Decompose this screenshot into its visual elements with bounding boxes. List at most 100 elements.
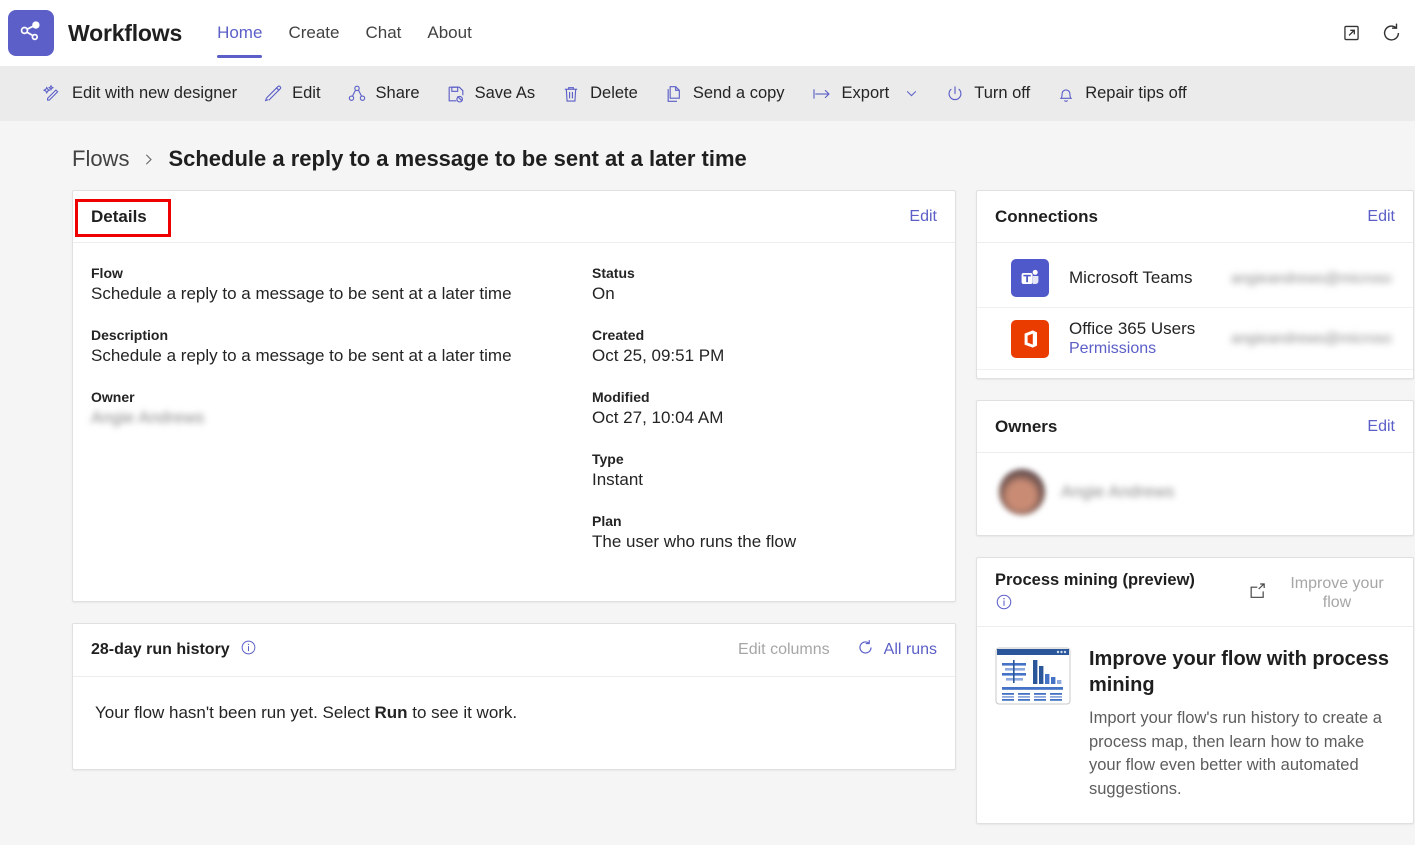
empty-prefix: Your flow hasn't been run yet. Select xyxy=(95,703,375,722)
avatar xyxy=(999,469,1045,516)
run-history-header: 28-day run history Edit columns All runs xyxy=(73,624,955,677)
field-label: Status xyxy=(592,265,635,281)
cmd-label: Share xyxy=(375,84,420,102)
connection-name: Office 365 Users xyxy=(1069,319,1196,338)
connections-list: Microsoft Teams angieandrews@microsoft.c… xyxy=(977,243,1413,378)
field-value: Angie Andrews xyxy=(91,407,205,427)
details-card-header: Details Edit xyxy=(73,191,955,243)
connections-card: Connections Edit Microsoft Teams angiean… xyxy=(976,190,1414,380)
refresh-icon[interactable] xyxy=(1380,22,1403,45)
cmd-label: Edit xyxy=(292,84,321,102)
magic-wand-edit-icon xyxy=(43,84,63,104)
improve-your-flow-button[interactable]: Improve your flow xyxy=(1247,571,1395,612)
pencil-icon xyxy=(263,84,283,104)
delete-button[interactable]: Delete xyxy=(548,78,651,110)
empty-bold-run: Run xyxy=(374,703,408,722)
nav-item-create[interactable]: Create xyxy=(275,0,352,66)
owner-name: Angie Andrews xyxy=(1061,482,1175,502)
nav-item-chat[interactable]: Chat xyxy=(352,0,414,66)
field-value: Oct 27, 10:04 AM xyxy=(592,407,724,427)
cmd-label: Edit with new designer xyxy=(72,84,238,102)
field-label: Owner xyxy=(91,388,135,405)
connection-account: angieandrews@microsoft.com xyxy=(1231,269,1391,287)
info-circle-icon[interactable] xyxy=(240,639,257,661)
run-history-empty-state: Your flow hasn't been run yet. Select Ru… xyxy=(73,677,955,769)
all-runs-button[interactable]: All runs xyxy=(856,638,937,662)
share-button[interactable]: Share xyxy=(334,78,433,110)
process-mining-copy: Improve your flow with process mining Im… xyxy=(1089,647,1393,801)
bell-icon xyxy=(1056,84,1076,104)
field-flow: Flow Schedule a reply to a message to be… xyxy=(91,265,514,306)
page-content: Flows Schedule a reply to a message to b… xyxy=(0,121,1415,845)
details-card: Details Edit Flow Schedule a reply to a … xyxy=(72,190,956,602)
edit-with-new-designer-button[interactable]: Edit with new designer xyxy=(30,78,250,110)
connection-row-teams[interactable]: Microsoft Teams angieandrews@microsoft.c… xyxy=(977,249,1413,307)
save-as-icon xyxy=(446,84,466,104)
main-nav: Home Create Chat About xyxy=(204,0,485,66)
owners-card: Owners Edit Angie Andrews xyxy=(976,400,1414,537)
connections-title: Connections xyxy=(995,206,1098,226)
nav-item-home[interactable]: Home xyxy=(204,0,275,66)
owners-title: Owners xyxy=(995,416,1058,436)
share-nodes-icon xyxy=(18,18,44,49)
details-title: Details xyxy=(91,206,147,226)
send-a-copy-button[interactable]: Send a copy xyxy=(651,78,798,110)
field-label: Created xyxy=(592,326,645,343)
command-bar: Edit with new designer Edit Share Save A… xyxy=(0,66,1415,121)
field-label: Plan xyxy=(592,512,622,529)
microsoft-teams-icon xyxy=(1011,259,1049,297)
details-edit-link[interactable]: Edit xyxy=(909,208,937,226)
process-mining-body: Improve your flow with process mining Im… xyxy=(977,627,1413,823)
side-column: Connections Edit Microsoft Teams angiean… xyxy=(976,190,1414,825)
cmd-label: Export xyxy=(841,84,890,102)
field-label: Description xyxy=(91,326,169,343)
field-value: Oct 25, 09:51 PM xyxy=(592,345,725,365)
cmd-label: Repair tips off xyxy=(1085,84,1187,102)
turn-off-button[interactable]: Turn off xyxy=(932,78,1043,110)
process-mining-title-group: Process mining (preview) xyxy=(995,571,1195,616)
breadcrumb-flows-link[interactable]: Flows xyxy=(72,146,129,172)
field-label: Type xyxy=(592,450,624,467)
field-label: Flow xyxy=(91,265,123,281)
connection-text: Office 365 Users Permissions xyxy=(1069,318,1211,359)
page-title: Schedule a reply to a message to be sent… xyxy=(168,146,747,171)
connection-account: angieandrews@microsoft.com xyxy=(1231,330,1391,348)
run-history-title-group: 28-day run history xyxy=(91,639,257,661)
owners-header: Owners Edit xyxy=(977,401,1413,454)
connections-edit-link[interactable]: Edit xyxy=(1367,208,1395,226)
cmd-label: Save As xyxy=(474,84,536,102)
details-left-column: Flow Schedule a reply to a message to be… xyxy=(91,265,514,577)
edit-button[interactable]: Edit xyxy=(250,78,333,110)
nav-item-about[interactable]: About xyxy=(414,0,484,66)
improve-your-flow-label: Improve your flow xyxy=(1290,575,1384,611)
field-value: Schedule a reply to a message to be sent… xyxy=(91,284,512,303)
app-logo xyxy=(8,10,54,56)
cmd-label: Delete xyxy=(590,84,638,102)
repair-tips-button[interactable]: Repair tips off xyxy=(1043,78,1200,110)
save-as-button[interactable]: Save As xyxy=(433,78,549,110)
pop-out-icon[interactable] xyxy=(1341,23,1362,44)
process-mining-heading: Improve your flow with process mining xyxy=(1089,648,1390,696)
field-plan: Plan The user who runs the flow xyxy=(592,513,937,554)
process-mining-description: Import your flow's run history to create… xyxy=(1089,709,1382,798)
export-button[interactable]: Export xyxy=(798,78,933,110)
edit-columns-button[interactable]: Edit columns xyxy=(738,641,830,659)
office-365-icon xyxy=(1011,319,1049,358)
chevron-down-icon xyxy=(904,86,919,101)
connection-permissions-link[interactable]: Permissions xyxy=(1069,340,1156,357)
run-history-actions: Edit columns All runs xyxy=(738,638,937,662)
info-circle-icon[interactable] xyxy=(995,593,1195,616)
field-created: Created Oct 25, 09:51 PM xyxy=(592,327,937,368)
field-owner: Owner Angie Andrews xyxy=(91,389,514,430)
app-title: Workflows xyxy=(68,19,183,46)
field-label: Modified xyxy=(592,388,650,405)
field-modified: Modified Oct 27, 10:04 AM xyxy=(592,389,937,430)
open-in-new-window-icon xyxy=(1247,581,1267,606)
content-columns: Details Edit Flow Schedule a reply to a … xyxy=(0,190,1415,825)
run-history-title: 28-day run history xyxy=(91,641,230,658)
field-status: Status On xyxy=(592,265,937,306)
owners-edit-link[interactable]: Edit xyxy=(1367,418,1395,436)
connection-row-office365[interactable]: Office 365 Users Permissions angieandrew… xyxy=(977,307,1413,371)
chevron-right-icon xyxy=(141,152,156,167)
field-value: On xyxy=(592,284,615,303)
